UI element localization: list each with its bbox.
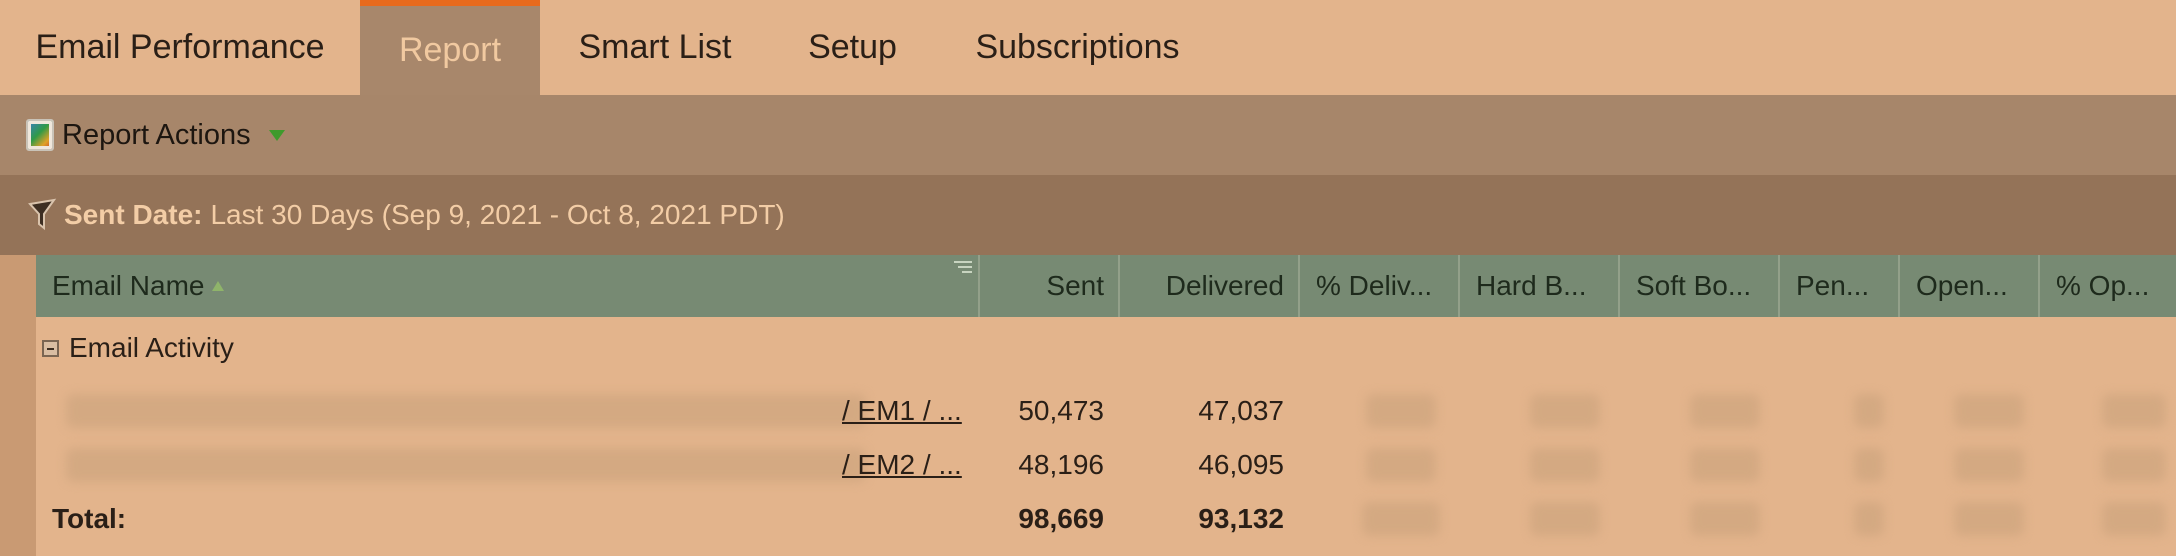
tab-smart-list[interactable]: Smart List xyxy=(540,0,770,95)
column-header-pct-delivered[interactable]: % Deliv... xyxy=(1298,255,1458,317)
filter-bar: Sent Date: Last 30 Days (Sep 9, 2021 - O… xyxy=(0,175,2176,255)
redacted-value xyxy=(1530,502,1600,536)
column-header-label: Email Name xyxy=(52,270,205,301)
redacted-value xyxy=(1954,394,2024,428)
dropdown-caret-icon xyxy=(268,129,285,141)
column-header-soft-bounced[interactable]: Soft Bo... xyxy=(1618,255,1778,317)
redacted-value xyxy=(1690,394,1760,428)
group-label: Email Activity xyxy=(69,332,234,363)
redacted-value xyxy=(1854,502,1884,536)
tab-bar: Email Performance Report Smart List Setu… xyxy=(0,0,2176,95)
group-row: Email Activity xyxy=(36,317,234,379)
report-actions-label: Report Actions xyxy=(62,118,251,151)
collapse-icon[interactable] xyxy=(42,339,59,357)
total-sent: 98,669 xyxy=(1018,503,1104,534)
delivered-cell: 46,095 xyxy=(1198,449,1284,480)
tab-setup[interactable]: Setup xyxy=(770,0,935,95)
table-row: / EM1 / ... 50,473 47,037 xyxy=(36,384,2176,438)
redacted-value xyxy=(1954,502,2024,536)
redacted-value xyxy=(1366,448,1436,482)
redacted-value xyxy=(1954,448,2024,482)
column-header-pct-opened[interactable]: % Op... xyxy=(2038,255,2176,317)
column-header-email-name[interactable]: Email Name xyxy=(36,255,978,317)
column-resize-handle[interactable] xyxy=(954,261,972,275)
column-header-opened[interactable]: Open... xyxy=(1898,255,2038,317)
column-header-delivered[interactable]: Delivered xyxy=(1118,255,1298,317)
email-name-link[interactable]: / EM2 / ... xyxy=(842,438,962,492)
total-label: Total: xyxy=(52,503,127,534)
filter-value[interactable]: Last 30 Days (Sep 9, 2021 - Oct 8, 2021 … xyxy=(210,199,784,231)
email-name-suffix[interactable]: / EM2 / ... xyxy=(842,449,962,481)
filter-label[interactable]: Sent Date: xyxy=(64,199,202,231)
redacted-value xyxy=(1366,394,1436,428)
email-name-link[interactable]: / EM1 / ... xyxy=(842,384,962,438)
redacted-value xyxy=(1854,448,1884,482)
email-name-suffix[interactable]: / EM1 / ... xyxy=(842,395,962,427)
report-actions-button[interactable]: Report Actions xyxy=(26,115,285,155)
sent-cell: 48,196 xyxy=(1018,449,1104,480)
redacted-value xyxy=(1362,502,1440,536)
delivered-cell: 47,037 xyxy=(1198,395,1284,426)
funnel-icon[interactable] xyxy=(26,198,60,232)
column-header-pending[interactable]: Pen... xyxy=(1778,255,1898,317)
grid-header: Email Name Sent Delivered % Deliv... Har… xyxy=(36,255,2176,317)
redacted-value xyxy=(2102,448,2166,482)
redacted-email-name xyxy=(66,394,866,428)
tab-email-performance[interactable]: Email Performance xyxy=(0,0,360,95)
column-header-sent[interactable]: Sent xyxy=(978,255,1118,317)
report-toolbar: Report Actions xyxy=(0,95,2176,175)
grid-gutter xyxy=(0,255,36,556)
redacted-value xyxy=(2102,502,2166,536)
table-row: / EM2 / ... 48,196 46,095 xyxy=(36,438,2176,492)
tab-report[interactable]: Report xyxy=(360,0,540,95)
redacted-value xyxy=(1530,448,1600,482)
total-row: Total: 98,669 93,132 xyxy=(36,492,2176,546)
total-delivered: 93,132 xyxy=(1198,503,1284,534)
tab-subscriptions[interactable]: Subscriptions xyxy=(935,0,1220,95)
column-header-hard-bounced[interactable]: Hard B... xyxy=(1458,255,1618,317)
redacted-value xyxy=(1530,394,1600,428)
redacted-value xyxy=(1690,448,1760,482)
redacted-value xyxy=(1690,502,1760,536)
sort-ascending-icon xyxy=(212,281,225,291)
report-icon xyxy=(26,119,54,151)
sent-cell: 50,473 xyxy=(1018,395,1104,426)
redacted-value xyxy=(1854,394,1884,428)
redacted-email-name xyxy=(66,448,866,482)
redacted-value xyxy=(2102,394,2166,428)
